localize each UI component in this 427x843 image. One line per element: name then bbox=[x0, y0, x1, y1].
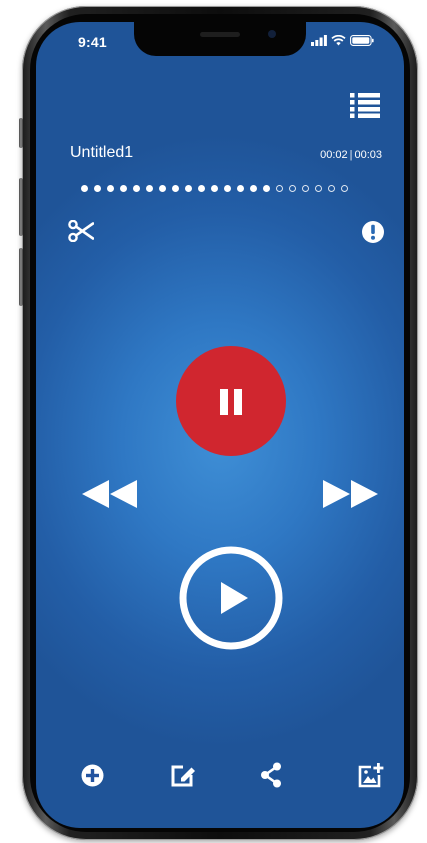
progress-dot-filled bbox=[94, 184, 101, 192]
add-image-icon[interactable] bbox=[358, 762, 384, 788]
progress-dot-filled bbox=[185, 184, 192, 192]
pause-icon bbox=[220, 389, 242, 415]
progress-dot-filled bbox=[198, 184, 205, 192]
progress-dot-filled bbox=[133, 184, 140, 192]
progress-dot-empty bbox=[328, 184, 335, 192]
total-time: 00:03 bbox=[354, 149, 382, 161]
recording-time: 00:02 | 00:03 bbox=[320, 149, 382, 161]
progress-dot-empty bbox=[302, 184, 309, 192]
list-menu-icon[interactable] bbox=[350, 92, 380, 118]
progress-dot-filled bbox=[224, 184, 231, 192]
progress-dot-filled bbox=[159, 184, 166, 192]
progress-dot-filled bbox=[120, 184, 127, 192]
notch bbox=[134, 22, 306, 56]
progress-dot-filled bbox=[172, 184, 179, 192]
rewind-icon[interactable] bbox=[82, 479, 142, 509]
progress-dot-empty bbox=[341, 184, 348, 192]
exclamation-icon[interactable] bbox=[361, 220, 385, 244]
elapsed-time: 00:02 bbox=[320, 149, 348, 161]
play-icon bbox=[179, 546, 283, 650]
battery-icon bbox=[350, 35, 374, 46]
add-icon[interactable] bbox=[81, 764, 104, 787]
status-icons bbox=[311, 35, 374, 46]
share-icon[interactable] bbox=[260, 762, 282, 788]
progress-dot-filled bbox=[263, 184, 270, 192]
volume-down-button bbox=[19, 248, 23, 306]
progress-dot-filled bbox=[250, 184, 257, 192]
scissors-icon[interactable] bbox=[68, 220, 94, 242]
progress-dot-filled bbox=[146, 184, 153, 192]
progress-dot-empty bbox=[276, 184, 283, 192]
status-time: 9:41 bbox=[78, 34, 107, 50]
silent-switch bbox=[19, 118, 23, 148]
volume-up-button bbox=[19, 178, 23, 236]
progress-dot-empty bbox=[315, 184, 322, 192]
app-screen: 9:41 Untitled1 00:02 | 00:03 bbox=[36, 22, 404, 828]
progress-dot-filled bbox=[81, 184, 88, 192]
recording-title[interactable]: Untitled1 bbox=[70, 144, 133, 162]
pause-button[interactable] bbox=[176, 346, 286, 456]
wifi-icon bbox=[331, 35, 346, 46]
time-separator: | bbox=[349, 149, 353, 161]
progress-dot-empty bbox=[289, 184, 296, 192]
progress-dots[interactable] bbox=[81, 182, 391, 194]
fast-forward-icon[interactable] bbox=[323, 479, 383, 509]
play-button[interactable] bbox=[179, 546, 283, 650]
progress-dot-filled bbox=[107, 184, 114, 192]
progress-dot-filled bbox=[237, 184, 244, 192]
product-shot: 9:41 Untitled1 00:02 | 00:03 bbox=[0, 0, 427, 843]
edit-icon[interactable] bbox=[170, 762, 196, 788]
progress-dot-filled bbox=[211, 184, 218, 192]
signal-bars-icon bbox=[311, 35, 327, 46]
